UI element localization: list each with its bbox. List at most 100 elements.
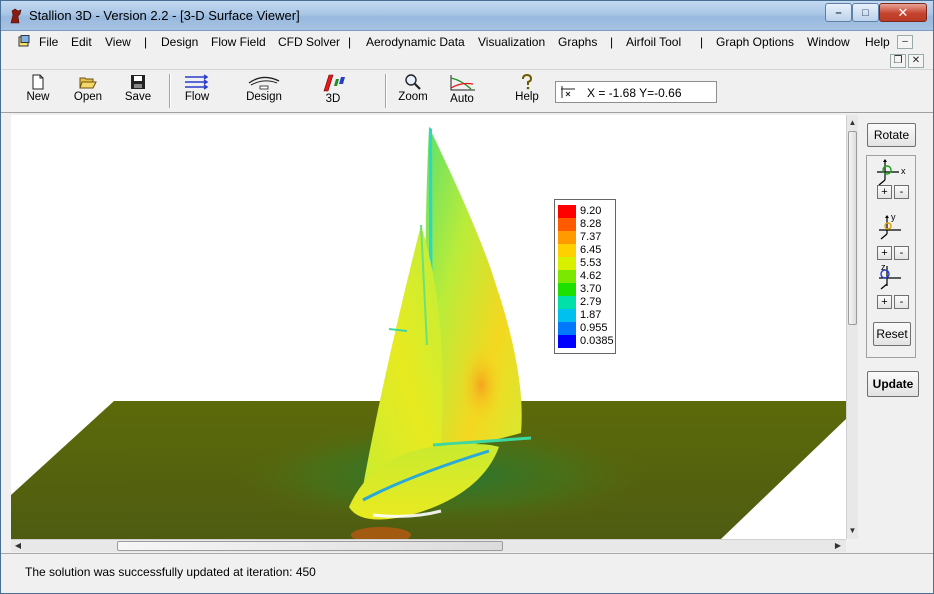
y-rotate-minus-button[interactable]: - (894, 246, 909, 260)
legend-label: 4.62 (580, 270, 602, 282)
menu-graph-options[interactable]: Graph Options (716, 35, 794, 49)
new-button[interactable]: New (15, 74, 61, 110)
toolbar-separator (385, 74, 387, 108)
legend-label: 2.79 (580, 296, 602, 308)
save-button[interactable]: Save (115, 74, 161, 110)
floppy-disk-icon (131, 75, 145, 89)
legend-label: 5.53 (580, 257, 602, 269)
magnifier-icon (405, 74, 421, 90)
airfoil-design-icon (248, 76, 280, 90)
mdi-minimize-button[interactable]: – (897, 35, 913, 49)
3d-view-icon (323, 74, 345, 92)
z-axis-rotate-icon: z (879, 262, 901, 290)
vertical-scrollbar[interactable]: ▲ ▼ (846, 115, 858, 539)
view-3d-label: 3D (325, 93, 341, 105)
app-window: Stallion 3D - Version 2.2 - [3-D Surface… (0, 0, 934, 594)
horizontal-scrollbar[interactable]: ◀ ▶ (11, 539, 846, 552)
legend-label: 0.955 (580, 322, 608, 334)
mdi-restore-button[interactable]: ❐ (890, 54, 906, 68)
menu-graphs[interactable]: Graphs (558, 35, 597, 49)
flow-button[interactable]: Flow (174, 74, 220, 110)
scroll-right-icon[interactable]: ▶ (833, 540, 843, 552)
open-button[interactable]: Open (65, 74, 111, 110)
vertical-scroll-thumb[interactable] (848, 131, 857, 325)
x-rotate-plus-button[interactable]: + (877, 185, 892, 199)
toolbar-separator (169, 74, 171, 108)
status-message: The solution was successfully updated at… (25, 565, 316, 579)
auto-button[interactable]: Auto (439, 74, 485, 110)
new-label: New (26, 91, 50, 103)
status-bar: The solution was successfully updated at… (1, 553, 933, 593)
legend-swatch (558, 283, 576, 296)
y-rotate-plus-button[interactable]: + (877, 246, 892, 260)
maximize-button[interactable]: □ (852, 3, 879, 22)
menu-airfoil-tool[interactable]: Airfoil Tool (626, 35, 681, 49)
menu-separator: | (610, 35, 614, 49)
menu-window[interactable]: Window (807, 35, 850, 49)
scroll-left-icon[interactable]: ◀ (13, 540, 23, 552)
title-bar[interactable]: Stallion 3D - Version 2.2 - [3-D Surface… (1, 1, 933, 31)
z-rotate-plus-button[interactable]: + (877, 295, 892, 309)
legend-label: 6.45 (580, 244, 602, 256)
window-title: Stallion 3D - Version 2.2 - [3-D Surface… (29, 8, 300, 23)
x-rotate-minus-button[interactable]: - (894, 185, 909, 199)
mdi-close-button[interactable]: ✕ (908, 54, 924, 68)
menu-bar: File Edit View | Design Flow Field CFD S… (1, 32, 933, 53)
minimize-button[interactable]: – (825, 3, 852, 22)
open-label: Open (73, 91, 103, 103)
help-label: Help (515, 91, 539, 103)
menu-cfd-solver[interactable]: CFD Solver (278, 35, 340, 49)
coordinate-readout: X = -1.68 Y=-0.66 (555, 81, 717, 103)
view-3d-button[interactable]: 3D (310, 74, 356, 110)
scroll-up-icon[interactable]: ▲ (847, 117, 858, 129)
legend-label: 3.70 (580, 283, 602, 295)
menu-aerodynamic-data[interactable]: Aerodynamic Data (366, 35, 465, 49)
auto-label: Auto (450, 93, 474, 105)
z-axis-letter: z (881, 262, 886, 272)
legend-swatch (558, 270, 576, 283)
y-axis-rotate-icon: y (879, 212, 901, 240)
legend-label: 1.87 (580, 309, 602, 321)
update-button[interactable]: Update (867, 371, 919, 397)
legend-swatch (558, 296, 576, 309)
auto-graph-icon (450, 75, 475, 91)
reset-button[interactable]: Reset (873, 322, 911, 346)
legend-label: 8.28 (580, 218, 602, 230)
menu-view[interactable]: View (105, 35, 131, 49)
color-legend: 9.20 8.28 7.37 6.45 5.53 4.62 3.70 2.79 1.87 0.95… (554, 199, 616, 354)
help-question-icon (522, 74, 533, 90)
surface-viewer-canvas[interactable]: 9.20 8.28 7.37 6.45 5.53 4.62 3.70 2.79 1.87 0.95… (11, 115, 846, 539)
open-folder-icon (79, 77, 97, 89)
pressure-hotspot (459, 345, 503, 425)
menu-help[interactable]: Help (865, 35, 890, 49)
help-button[interactable]: Help (504, 74, 550, 110)
menu-design[interactable]: Design (161, 35, 198, 49)
legend-label: 0.0385 (580, 335, 614, 347)
menu-separator: | (144, 35, 148, 49)
design-label: Design (246, 91, 282, 103)
z-rotate-minus-button[interactable]: - (894, 295, 909, 309)
menu-edit[interactable]: Edit (71, 35, 92, 49)
axis-rotation-group: x + - y + - z + - Reset (866, 155, 916, 358)
stallion-horse-icon (10, 8, 22, 24)
document-window-icon[interactable] (18, 35, 30, 47)
menu-separator: | (700, 35, 704, 49)
zoom-button[interactable]: Zoom (390, 74, 436, 110)
menu-flow-field[interactable]: Flow Field (211, 35, 266, 49)
legend-swatch (558, 335, 576, 348)
scroll-down-icon[interactable]: ▼ (847, 525, 858, 537)
coordinate-cursor-icon (561, 86, 575, 98)
flow-arrows-icon (185, 74, 209, 90)
flow-label: Flow (184, 91, 210, 103)
design-button[interactable]: Design (241, 74, 287, 110)
toolbar: New Open Save Flow Design 3D Zoom Auto H… (1, 69, 933, 113)
close-button[interactable]: ✕ (879, 3, 927, 22)
horizontal-scroll-thumb[interactable] (117, 541, 503, 551)
y-axis-letter: y (891, 212, 896, 222)
rotate-button[interactable]: Rotate (867, 123, 916, 147)
legend-swatch (558, 309, 576, 322)
menu-visualization[interactable]: Visualization (478, 35, 545, 49)
legend-swatch (558, 218, 576, 231)
menu-file[interactable]: File (39, 35, 58, 49)
sailboat-surface-render (11, 127, 846, 539)
